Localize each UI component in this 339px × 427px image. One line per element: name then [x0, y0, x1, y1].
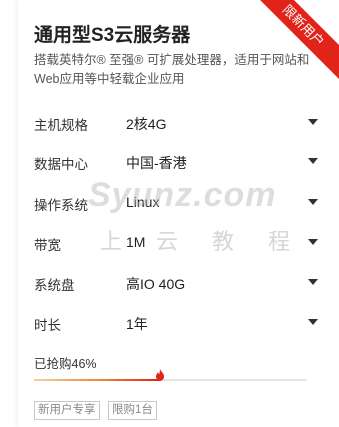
product-card: 限新用户 通用型S3云服务器 搭载英特尔® 至强® 可扩展处理器，适用于网站和W…	[18, 0, 339, 427]
spec-label: 主机规格	[34, 118, 88, 133]
sold-progress-bar	[34, 369, 307, 381]
bandwidth-row: 带宽 1M	[34, 228, 324, 256]
bandwidth-label: 带宽	[34, 238, 61, 253]
bandwidth-select[interactable]: 1M	[126, 228, 324, 256]
duration-row: 时长 1年	[34, 308, 324, 336]
caret-down-icon	[308, 199, 318, 205]
disk-select[interactable]: 高IO 40G	[126, 268, 324, 296]
sold-progress-fill	[34, 379, 160, 381]
purchase-limit-tag: 限购1台	[107, 401, 157, 420]
spec-row: 主机规格 2核4G	[34, 108, 324, 136]
datacenter-value: 中国-香港	[126, 155, 187, 171]
caret-down-icon	[308, 119, 318, 125]
os-label: 操作系统	[34, 198, 88, 213]
disk-value: 高IO 40G	[126, 276, 186, 292]
spec-select[interactable]: 2核4G	[126, 108, 324, 136]
sold-percentage: 已抢购46%	[34, 357, 97, 371]
os-row: 操作系统 Linux	[34, 188, 324, 216]
spec-value: 2核4G	[126, 116, 167, 132]
datacenter-row: 数据中心 中国-香港	[34, 147, 324, 175]
duration-label: 时长	[34, 318, 61, 333]
disk-label: 系统盘	[34, 278, 75, 293]
caret-down-icon	[308, 319, 318, 325]
bandwidth-value: 1M	[126, 234, 146, 250]
caret-down-icon	[308, 239, 318, 245]
datacenter-select[interactable]: 中国-香港	[126, 147, 324, 175]
product-description: 搭载英特尔® 至强® 可扩展处理器，适用于网站和Web应用等中轻载企业应用	[34, 53, 310, 86]
tag-list: 新用户专享 限购1台	[34, 400, 161, 420]
disk-row: 系统盘 高IO 40G	[34, 268, 324, 296]
flame-icon	[155, 369, 164, 381]
caret-down-icon	[308, 279, 318, 285]
duration-select[interactable]: 1年	[126, 308, 324, 336]
duration-value: 1年	[126, 316, 148, 332]
datacenter-label: 数据中心	[34, 157, 88, 172]
caret-down-icon	[308, 158, 318, 164]
product-title: 通用型S3云服务器	[34, 25, 191, 46]
os-value: Linux	[126, 194, 160, 210]
new-user-tag: 新用户专享	[34, 401, 100, 420]
os-select[interactable]: Linux	[126, 188, 324, 216]
